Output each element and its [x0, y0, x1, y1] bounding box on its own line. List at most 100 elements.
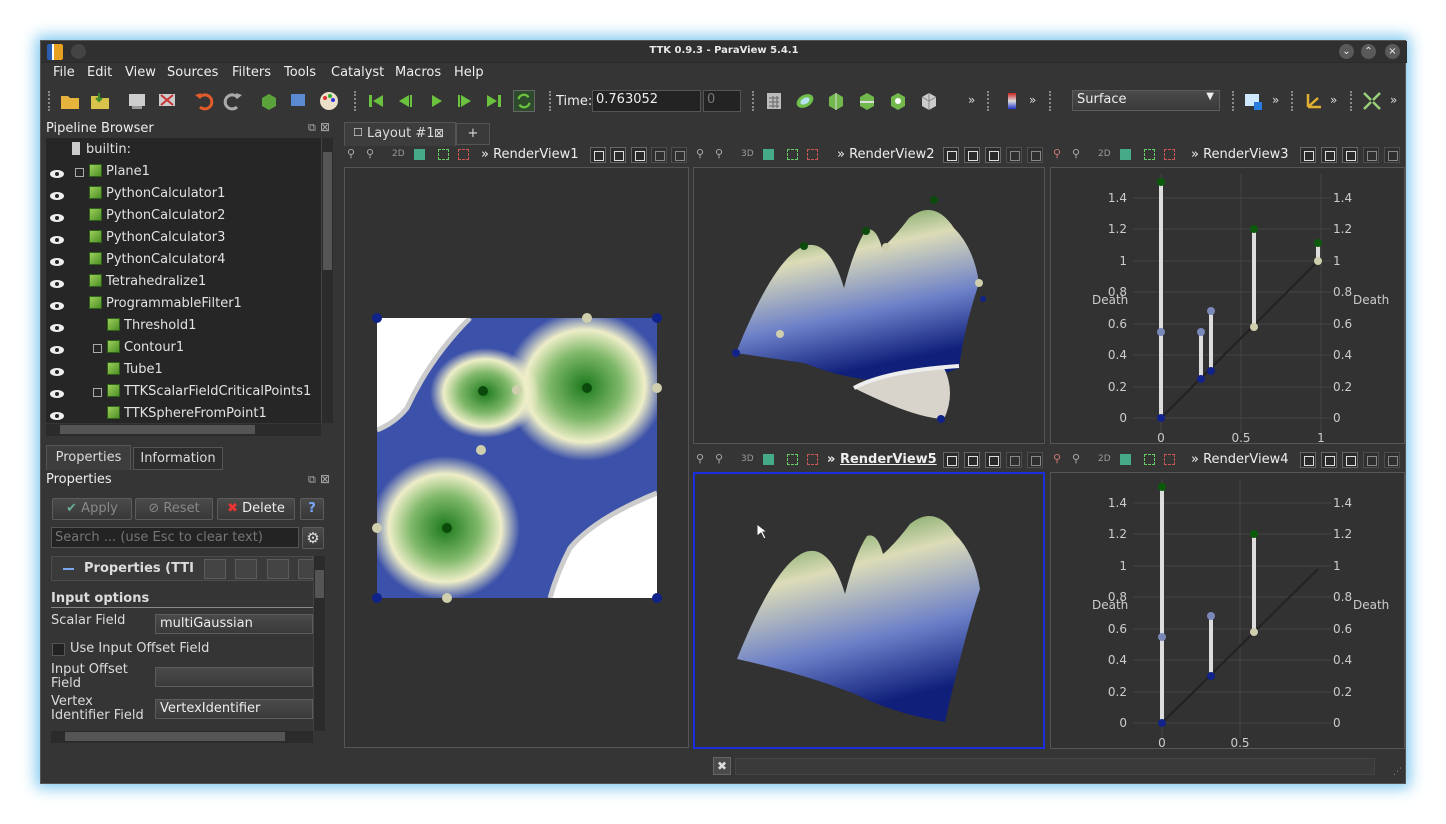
threshold-filter-icon[interactable] — [887, 90, 909, 112]
collapse-icon[interactable] — [75, 168, 84, 177]
eye-icon[interactable] — [50, 214, 64, 222]
select-cells-icon[interactable] — [438, 149, 449, 160]
eye-icon[interactable] — [50, 258, 64, 266]
pipeline-item-tetrahedralize1[interactable]: Tetrahedralize1 — [46, 274, 316, 294]
reload-icon[interactable] — [267, 559, 289, 579]
view-mode-2d-toggle[interactable]: 2D — [392, 149, 405, 159]
resize-grip-icon[interactable]: ⋰ — [1393, 767, 1402, 777]
renderview2-canvas[interactable] — [693, 167, 1045, 444]
split-vertical-icon[interactable] — [1342, 147, 1358, 163]
copy-icon[interactable] — [204, 559, 226, 579]
properties-section-header[interactable]: Properties (TTI — [51, 556, 314, 581]
properties-horizontal-scrollbar[interactable] — [51, 731, 313, 743]
scrollbar-thumb[interactable] — [60, 425, 255, 434]
toolbar-overflow-icon[interactable]: » — [1390, 93, 1397, 107]
split-horizontal-icon[interactable] — [1321, 452, 1337, 468]
menu-help[interactable]: Help — [454, 65, 484, 80]
toolbar-grip[interactable] — [752, 91, 756, 111]
eye-icon[interactable] — [50, 236, 64, 244]
add-layout-tab-button[interactable]: + — [456, 123, 490, 145]
camera-icon[interactable]: ⚲ — [696, 452, 704, 465]
maximize-view-icon[interactable] — [1006, 452, 1022, 468]
representation-dropdown[interactable]: Surface ▼ — [1072, 90, 1220, 111]
renderview1-canvas[interactable] — [344, 167, 689, 748]
view-mode-3d-toggle[interactable]: 3D — [741, 149, 754, 159]
close-view-icon[interactable] — [671, 147, 687, 163]
last-frame-icon[interactable] — [483, 90, 505, 112]
toolbar-overflow-icon[interactable]: » — [968, 93, 975, 107]
toolbar-grip[interactable] — [987, 91, 991, 111]
menu-macros[interactable]: Macros — [395, 65, 441, 80]
reset-view-direction-icon[interactable] — [1361, 90, 1383, 112]
maximize-view-icon[interactable] — [1363, 147, 1379, 163]
pause-view-icon[interactable] — [1300, 147, 1316, 163]
pause-view-icon[interactable] — [943, 147, 959, 163]
close-panel-icon[interactable]: ⊠ — [320, 120, 330, 134]
calculator-icon[interactable] — [763, 90, 785, 112]
select-points-icon[interactable] — [763, 454, 774, 465]
pipeline-item-pythoncalculator3[interactable]: PythonCalculator3 — [46, 230, 316, 250]
collapse-icon[interactable] — [93, 388, 102, 397]
select-points-icon[interactable] — [763, 149, 774, 160]
pause-view-icon[interactable] — [590, 147, 606, 163]
split-horizontal-icon[interactable] — [610, 147, 626, 163]
first-frame-icon[interactable] — [365, 90, 387, 112]
save-icon[interactable] — [298, 559, 314, 579]
camera-icon[interactable]: ⚲ — [1053, 147, 1061, 160]
menu-file[interactable]: File — [53, 65, 75, 80]
renderview3-canvas[interactable]: 0 0.2 0.4 0.6 0.8 1 1.2 1.4 0 0.2 0.4 0.… — [1050, 167, 1405, 445]
camera-icon[interactable]: ⚲ — [347, 147, 355, 160]
eye-icon[interactable] — [50, 390, 64, 398]
minimize-button[interactable]: ⌄ — [1339, 44, 1354, 59]
menu-filters[interactable]: Filters — [232, 65, 271, 80]
pipeline-item-ttkscalarfieldcriticalpoints1[interactable]: TTKScalarFieldCriticalPoints1 — [46, 384, 316, 404]
renderview4-canvas[interactable]: 0 0.2 0.4 0.6 0.8 1 1.2 1.4 0 0.2 0.4 0.… — [1050, 472, 1405, 750]
pipeline-item-programmablefilter1[interactable]: ProgrammableFilter1 — [46, 296, 316, 316]
toolbar-grip[interactable] — [549, 91, 553, 111]
palette-icon[interactable] — [318, 90, 340, 112]
select-points-icon[interactable] — [1120, 454, 1131, 465]
pipeline-item-ttkspherefrompoint1[interactable]: TTKSphereFromPoint1 — [46, 406, 316, 426]
close-button[interactable]: × — [1385, 44, 1400, 59]
select-points-icon[interactable] — [414, 149, 425, 160]
previous-frame-icon[interactable] — [394, 90, 416, 112]
menu-catalyst[interactable]: Catalyst — [331, 65, 384, 80]
eye-icon[interactable] — [50, 170, 64, 178]
close-view-icon[interactable] — [1027, 452, 1043, 468]
select-frustum-icon[interactable] — [807, 454, 818, 465]
contour-filter-icon[interactable] — [794, 90, 816, 112]
select-cells-icon[interactable] — [1144, 149, 1155, 160]
collapse-icon[interactable] — [63, 568, 74, 570]
pipeline-item-pythoncalculator1[interactable]: PythonCalculator1 — [46, 186, 316, 206]
pipeline-item-plane1[interactable]: Plane1 — [46, 164, 316, 184]
axes-orientation-icon[interactable] — [1302, 90, 1324, 112]
slice-filter-icon[interactable] — [856, 90, 878, 112]
pipeline-item-threshold1[interactable]: Threshold1 — [46, 318, 316, 338]
play-icon[interactable] — [425, 90, 447, 112]
view-mode-3d-toggle[interactable]: 3D — [741, 454, 754, 464]
time-index-spinbox[interactable]: 0 — [703, 90, 741, 112]
eye-icon[interactable] — [50, 302, 64, 310]
next-frame-icon[interactable] — [454, 90, 476, 112]
maximize-view-icon[interactable] — [651, 147, 667, 163]
scrollbar-thumb[interactable] — [323, 152, 332, 270]
reset-button[interactable]: ⊘ Reset — [135, 498, 213, 520]
tab-information[interactable]: Information — [133, 447, 223, 470]
view-options-icon[interactable] — [1242, 90, 1264, 112]
view-mode-2d-toggle[interactable]: 2D — [1098, 454, 1111, 464]
renderview5-canvas[interactable] — [693, 472, 1045, 749]
pause-view-icon[interactable] — [943, 452, 959, 468]
split-vertical-icon[interactable] — [631, 147, 647, 163]
tab-properties[interactable]: Properties — [46, 445, 131, 470]
split-horizontal-icon[interactable] — [964, 147, 980, 163]
split-vertical-icon[interactable] — [1342, 452, 1358, 468]
pause-view-icon[interactable] — [1300, 452, 1316, 468]
split-vertical-icon[interactable] — [985, 147, 1001, 163]
camera-undo-icon[interactable]: ⚲ — [1072, 452, 1080, 465]
close-view-icon[interactable] — [1384, 452, 1400, 468]
maximize-view-icon[interactable] — [1363, 452, 1379, 468]
close-icon[interactable]: ✖ — [713, 757, 731, 775]
collapse-icon[interactable] — [93, 344, 102, 353]
select-frustum-icon[interactable] — [1164, 149, 1175, 160]
redo-icon[interactable] — [222, 90, 244, 112]
